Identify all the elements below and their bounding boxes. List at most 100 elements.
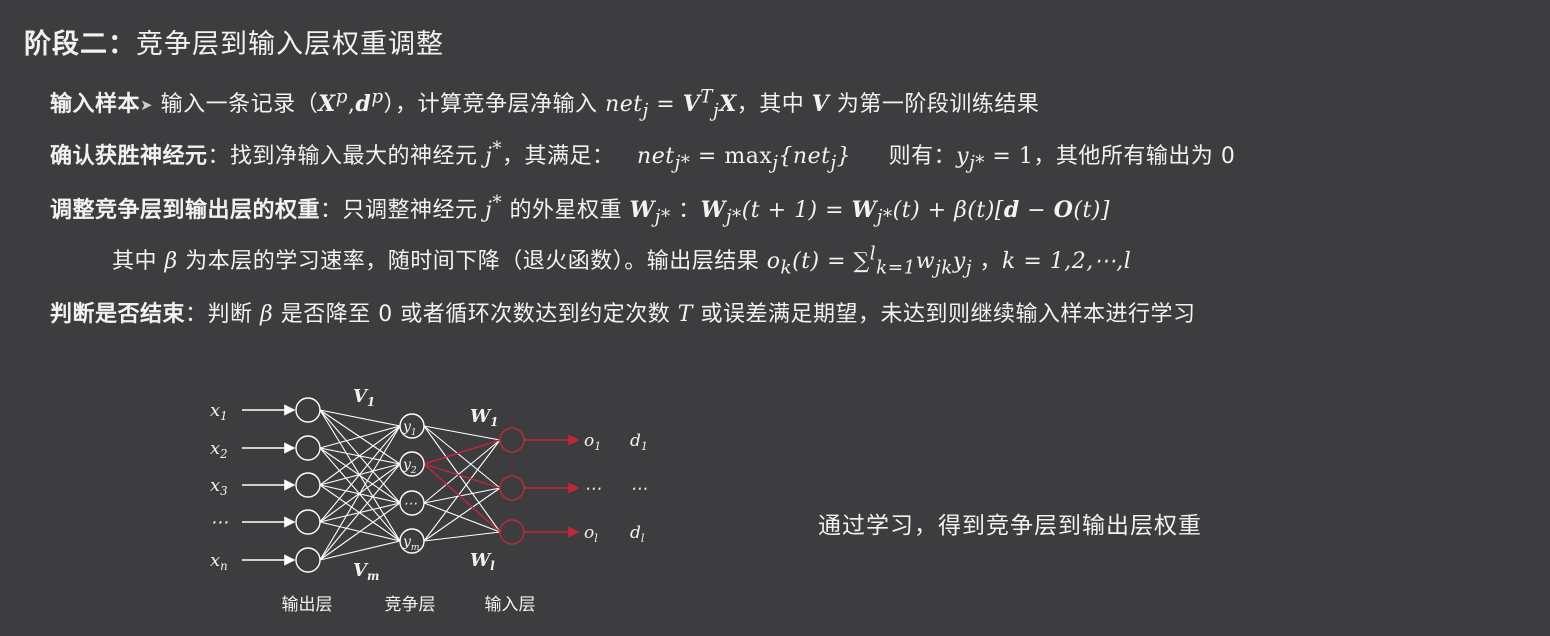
text: ：只调整神经元: [320, 198, 478, 223]
mouse-cursor-icon: ➤: [140, 96, 154, 114]
network-diagram: x1x2x3⋯xny1y2⋯ymo1 d1⋯ ⋯ol dlV1VmW1Wl输出层 竞争层…: [210, 386, 648, 615]
edge-hidden-output: [423, 425, 501, 441]
math: O: [1053, 197, 1074, 223]
term-stop: 判断是否结束: [50, 302, 186, 327]
weight-v1-label: V1: [353, 386, 375, 409]
text: ：找到净输入最大的神经元: [207, 144, 478, 169]
line-adjust: 调整竞争层到输出层的权重：只调整神经元 j* 的外星权重 Wj* ：Wj*(t …: [50, 192, 1110, 228]
title-prefix: 阶段二：: [24, 29, 136, 60]
math: = 1: [984, 144, 1034, 169]
math: (t) + β(t)[: [892, 198, 1004, 223]
text: 为本层的学习速率，随时间下降（退火函数）。输出层结果: [185, 249, 760, 274]
math: {net: [778, 144, 831, 169]
input-node: [295, 397, 321, 423]
math: net: [637, 144, 675, 169]
math: =: [690, 144, 725, 169]
text: ，其满足：: [502, 144, 615, 169]
math: jk: [935, 257, 953, 279]
target-label: dl: [630, 523, 645, 545]
math: β: [260, 302, 274, 327]
weight-vm-label: Vm: [353, 560, 379, 583]
math: j*: [725, 206, 742, 228]
input-label: x2: [210, 438, 228, 461]
input-label: x1: [210, 400, 228, 423]
math: k=1: [876, 257, 916, 279]
math: *: [492, 138, 503, 160]
edge-winner-output: [423, 463, 501, 489]
text: 其中: [112, 249, 158, 274]
text: ，其中: [736, 92, 805, 117]
layer-label: 输出层: [282, 595, 333, 615]
line-winner: 确认获胜神经元：找到净输入最大的神经元 j*，其满足： netj* = maxj…: [50, 138, 1236, 174]
text: 的外星权重: [509, 198, 623, 223]
edge-input-hidden: [319, 425, 401, 523]
network-labels: x1x2x3⋯xny1y2⋯ymo1 d1⋯ ⋯ol dlV1VmW1Wl输出层 竞争层…: [210, 386, 648, 615]
math: W: [629, 197, 655, 223]
math: p: [371, 86, 384, 108]
edge-hidden-output: [423, 502, 501, 533]
math: β: [164, 249, 178, 274]
math: T: [677, 302, 693, 327]
text: ：判断: [185, 302, 253, 327]
input-label: xn: [210, 550, 228, 573]
math: −: [1019, 198, 1054, 223]
text: 是否降至 0 或者循环次数达到约定次数: [280, 302, 671, 327]
text: ，其他所有输出为 0: [1033, 144, 1236, 169]
text: 则有：: [888, 144, 957, 169]
competitive-label: ⋯: [403, 496, 417, 512]
text: 为第一阶段训练结果: [836, 92, 1040, 117]
math: max: [724, 144, 773, 169]
output-label: o1: [584, 431, 601, 453]
edge-input-hidden: [319, 540, 401, 561]
output-label: ol: [584, 523, 598, 545]
target-label: d1: [630, 431, 648, 453]
input-node: [295, 509, 321, 535]
math: V: [811, 91, 830, 117]
math: W: [700, 197, 726, 223]
line-note: 其中 β 为本层的学习速率，随时间下降（退火函数）。输出层结果 ok(t) = …: [112, 243, 1132, 279]
layer-label: 输入层: [485, 595, 536, 615]
output-node: [499, 427, 525, 453]
math: w: [915, 249, 936, 274]
math: y: [952, 249, 966, 274]
title-text: 竞争层到输入层权重调整: [136, 29, 444, 60]
math: net: [605, 92, 643, 117]
edge-winner-output: [423, 463, 501, 533]
input-node: [295, 547, 321, 573]
input-label: ⋯: [210, 512, 228, 533]
input-node: [295, 472, 321, 498]
math: j*: [654, 206, 671, 228]
math: (t + 1) =: [741, 198, 852, 223]
line-stop: 判断是否结束：判断 β 是否降至 0 或者循环次数达到约定次数 T 或误差满足期…: [50, 296, 1195, 328]
term-input-sample: 输入样本: [50, 92, 141, 117]
text: ，: [979, 249, 1003, 274]
output-label: ⋯: [584, 479, 601, 499]
weight-w1-label: W1: [470, 406, 498, 429]
math: T: [700, 86, 714, 108]
math: p: [335, 86, 348, 108]
text: ），计算竞争层净输入: [383, 92, 598, 117]
math: (t)]: [1073, 198, 1110, 223]
math: d: [355, 91, 372, 117]
edge-hidden-output: [423, 439, 501, 504]
text: 或误差满足期望，未达到则继续输入样本进行学习: [700, 302, 1196, 327]
line-input-sample: 输入样本➤ 输入一条记录（Xp,dp），计算竞争层净输入 netj = VTjX…: [50, 86, 1040, 122]
math: (t) = ∑: [792, 249, 870, 274]
math: k = 1,2,⋯,l: [1002, 249, 1132, 274]
output-node: [499, 475, 525, 501]
text: 输入一条记录（: [160, 92, 319, 117]
math: V: [682, 91, 701, 117]
math: j*: [674, 152, 691, 174]
math: j*: [969, 152, 985, 174]
math: }: [836, 144, 852, 169]
math: =: [648, 92, 683, 117]
term-winner: 确认获胜神经元: [50, 144, 208, 169]
input-node: [295, 435, 321, 461]
math: X: [719, 91, 737, 117]
math: j*: [876, 206, 893, 228]
output-node: [499, 519, 525, 545]
math: k: [780, 257, 793, 279]
target-label: ⋯: [630, 479, 647, 499]
term-adjust: 调整竞争层到输出层的权重: [50, 198, 321, 223]
layer-label: 竞争层: [385, 595, 436, 615]
